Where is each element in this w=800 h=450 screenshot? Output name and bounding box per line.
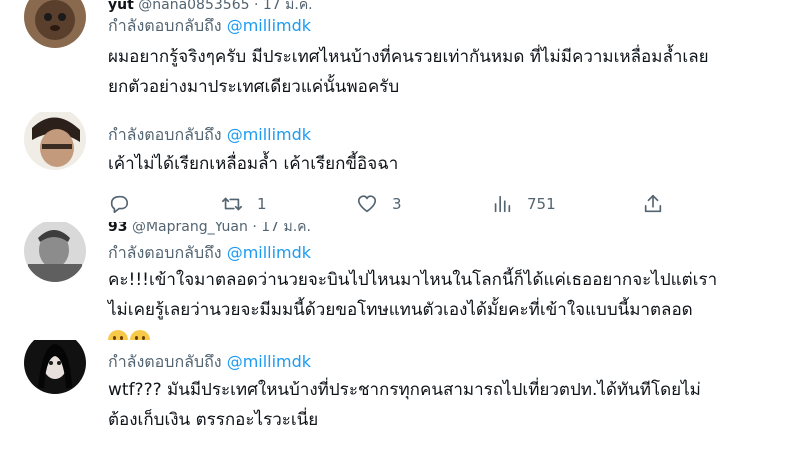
tweet-text-line: wtf??? มันมีประเทศใหนบ้างที่ประชากรทุกคน… <box>108 380 701 400</box>
tweet-text-line: เค้าไม่ได้เรียกเหลื่อมล้ำ เค้าเรียกขี้อิ… <box>108 154 399 174</box>
avatar-man-image <box>24 112 86 170</box>
heart-icon <box>357 195 377 213</box>
mention-link[interactable]: @millimdk <box>227 125 311 144</box>
display-name[interactable]: 93 <box>108 222 127 235</box>
tweet-text: เค้าไม่ได้เรียกเหลื่อมล้ำ เค้าเรียกขี้อิ… <box>108 149 398 179</box>
reply-icon <box>110 195 129 214</box>
tweet-actions: 1 3 751 <box>108 190 688 218</box>
mention-link[interactable]: @millimdk <box>227 16 311 35</box>
like-count: 3 <box>392 195 402 213</box>
smiling-face-emoji <box>108 330 128 340</box>
tweet-text-line: ต้องเก็บเงิน ตรรกอะไรวะเนี่ย <box>108 410 319 430</box>
tweet-1[interactable]: yut @nana0853565 · 17 มี.ค. กำลังตอบกลับ… <box>0 0 800 112</box>
avatar-man-bw[interactable] <box>24 222 86 282</box>
replying-prefix: กำลังตอบกลับถึง <box>108 352 222 371</box>
mention-link[interactable]: @millimdk <box>227 243 311 262</box>
mention-link[interactable]: @millimdk <box>227 352 311 371</box>
tweet-text-line: ผมอยากรู้จริงๆครับ มีประเทศไหนบ้างที่คนร… <box>108 47 709 67</box>
tweet-text: wtf??? มันมีประเทศใหนบ้างที่ประชากรทุกคน… <box>108 375 701 435</box>
emoji-row <box>108 325 717 340</box>
sad-face-emoji <box>130 330 150 340</box>
replying-prefix: กำลังตอบกลับถึง <box>108 243 222 262</box>
tweet-text: คะ!!!เข้าใจมาตลอดว่านวยจะบินไปไหนมาไหนใน… <box>108 265 717 340</box>
views-button[interactable]: 751 <box>491 190 556 218</box>
replying-to: กำลังตอบกลับถึง @millimdk <box>108 350 311 375</box>
tweet-text-line: คะ!!!เข้าใจมาตลอดว่านวยจะบินไปไหนมาไหนใน… <box>108 270 718 290</box>
tweet-2[interactable]: กำลังตอบกลับถึง @millimdk เค้าไม่ได้เรีย… <box>0 112 800 222</box>
user-handle[interactable]: @nana0853565 <box>138 0 249 13</box>
share-button[interactable] <box>642 190 664 218</box>
tweet-text-line: ยกตัวอย่างมาประเทศเดียวแค่นั้นพอครับ <box>108 77 400 97</box>
replying-prefix: กำลังตอบกลับถึง <box>108 16 222 35</box>
user-handle[interactable]: @Maprang_Yuan <box>132 222 248 235</box>
views-icon <box>494 195 511 213</box>
retweet-button[interactable]: 1 <box>221 190 267 218</box>
tweet-4[interactable]: กำลังตอบกลับถึง @millimdk wtf??? มันมีปร… <box>0 340 800 450</box>
like-button[interactable]: 3 <box>356 190 402 218</box>
tweet-text-line: ไม่เคยรู้เลยว่านวยจะมีมมนี้ด้วยขอโทษแทนต… <box>108 300 693 320</box>
retweet-count: 1 <box>257 195 267 213</box>
replying-to: กำลังตอบกลับถึง @millimdk <box>108 241 311 266</box>
tweet-date[interactable]: · 17 มี.ค. <box>252 222 311 235</box>
tweet-text: ผมอยากรู้จริงๆครับ มีประเทศไหนบ้างที่คนร… <box>108 42 709 102</box>
replying-to: กำลังตอบกลับถึง @millimdk <box>108 123 311 148</box>
replying-to: กำลังตอบกลับถึง @millimdk <box>108 14 311 39</box>
avatar-man-bw-image <box>24 222 86 282</box>
avatar-dog[interactable] <box>24 0 86 48</box>
replying-prefix: กำลังตอบกลับถึง <box>108 125 222 144</box>
reply-button[interactable] <box>108 190 144 218</box>
retweet-icon <box>222 197 242 211</box>
tweet-date[interactable]: · 17 มี.ค. <box>254 0 313 13</box>
avatar-woman[interactable] <box>24 340 86 394</box>
view-count: 751 <box>527 195 556 213</box>
display-name[interactable]: yut <box>108 0 134 13</box>
avatar-woman-image <box>24 340 86 394</box>
tweet-3[interactable]: 93 @Maprang_Yuan · 17 มี.ค. กำลังตอบกลับ… <box>0 222 800 340</box>
tweet-header: 93 @Maprang_Yuan · 17 มี.ค. <box>108 222 311 238</box>
share-icon <box>644 194 662 213</box>
avatar-man[interactable] <box>24 112 86 170</box>
avatar-dog-image <box>24 0 86 48</box>
